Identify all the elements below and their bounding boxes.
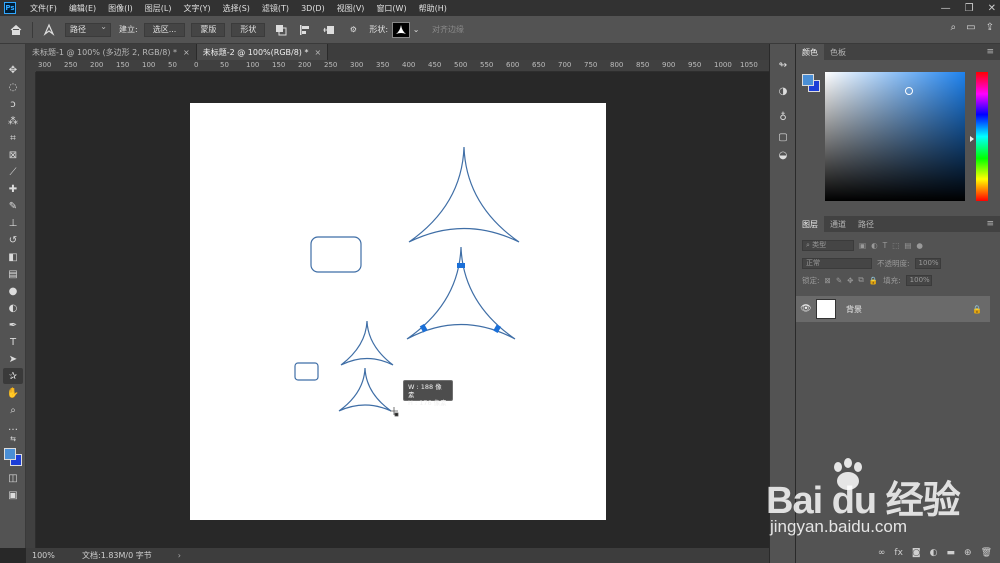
panel-menu-icon[interactable]: ≡ <box>986 44 1000 60</box>
dimension-tooltip: W : 188 像素 H : 176 像素 <box>403 380 453 407</box>
trash-icon[interactable]: 🗑 <box>981 548 992 558</box>
history-icon[interactable]: ↬ <box>776 58 790 72</box>
layers-panel: 图层 通道 路径 ≡ ⌕ 类型 ▣ ◐ T ⬚ ▤ ● 正常 不透明度: 100… <box>796 216 1000 322</box>
anchor-point[interactable] <box>419 323 428 333</box>
fill-input[interactable]: 100% <box>905 274 932 286</box>
tab-swatches[interactable]: 色板 <box>824 44 852 60</box>
opacity-input[interactable]: 100% <box>914 257 941 269</box>
add-mask-icon[interactable]: ◙ <box>912 548 921 558</box>
status-menu-arrow[interactable]: › <box>178 551 181 560</box>
color-picker-cursor[interactable] <box>905 87 913 95</box>
watermark-logo-text: Bai du 经验 <box>766 480 961 522</box>
layers-panel-tabs: 图层 通道 路径 ≡ <box>796 216 1000 232</box>
status-bar: 100% 文档:1.83M/0 字节 › <box>26 548 769 563</box>
small-star-path-2[interactable] <box>338 367 392 412</box>
new-layer-icon[interactable]: ⊕ <box>964 548 972 558</box>
filter-pixel-icon[interactable]: ▣ <box>859 241 866 250</box>
document-size: 文档:1.83M/0 字节 <box>82 551 152 560</box>
lock-position-icon[interactable]: ✥ <box>847 276 853 285</box>
layer-row-background[interactable]: 👁 背景 🔒 <box>796 296 990 322</box>
anchor-point[interactable] <box>457 263 465 268</box>
lightbulb-icon[interactable]: ♁ <box>776 110 790 124</box>
eye-icon[interactable]: 👁 <box>796 304 816 314</box>
opacity-label: 不透明度: <box>877 258 910 268</box>
tab-channels[interactable]: 通道 <box>824 216 852 232</box>
rounded-rectangle-path[interactable] <box>310 236 362 273</box>
tab-color[interactable]: 颜色 <box>796 44 824 60</box>
small-star-path-1[interactable] <box>340 320 394 366</box>
layer-name[interactable]: 背景 <box>846 304 862 315</box>
baidu-jingyan-watermark: Bai du 经验 jingyan.baidu.com <box>766 455 996 543</box>
layers-footer: ∞ fx ◙ ◐ ▬ ⊕ 🗑 <box>796 543 1000 563</box>
saturation-brightness-picker[interactable] <box>825 72 965 201</box>
lock-row: 锁定: ⊠ ✎ ✥ ⧉ 🔒 填充: 100% <box>796 273 1000 287</box>
watermark-url: jingyan.baidu.com <box>770 517 908 536</box>
layer-filter-row: ⌕ 类型 ▣ ◐ T ⬚ ▤ ● <box>796 238 1000 252</box>
libraries-icon[interactable]: ▢ <box>776 130 790 144</box>
tab-paths[interactable]: 路径 <box>852 216 880 232</box>
width-readout: W : 188 像素 <box>408 383 442 399</box>
blend-mode-select[interactable]: 正常 <box>802 257 872 269</box>
adjustment-layer-icon[interactable]: ◐ <box>930 548 938 558</box>
foreground-color-swatch[interactable] <box>4 448 16 460</box>
large-star-path[interactable] <box>408 146 520 243</box>
hue-marker[interactable] <box>970 136 974 142</box>
color-panel-tabs: 颜色 色板 ≡ <box>796 44 1000 60</box>
layer-thumbnail <box>816 299 836 319</box>
filter-type-icon[interactable]: T <box>883 241 888 250</box>
filter-shape-icon[interactable]: ⬚ <box>892 241 899 250</box>
blend-row: 正常 不透明度: 100% <box>796 256 1000 270</box>
link-layers-icon[interactable]: ∞ <box>878 548 886 558</box>
styles-icon[interactable]: ◒ <box>776 148 790 162</box>
lock-artboard-icon[interactable]: ⧉ <box>858 275 863 285</box>
filter-adjustment-icon[interactable]: ◐ <box>871 241 878 250</box>
crosshair-cursor-icon <box>390 407 399 417</box>
tab-layers[interactable]: 图层 <box>796 216 824 232</box>
filter-smart-object-icon[interactable]: ▤ <box>904 241 911 250</box>
height-readout: H : 176 像素 <box>408 399 447 407</box>
layer-filter-select[interactable]: ⌕ 类型 <box>802 239 854 251</box>
small-rectangle-path[interactable] <box>294 362 319 381</box>
fill-label: 填充: <box>883 275 901 285</box>
lock-transparent-icon[interactable]: ⊠ <box>825 276 831 285</box>
filter-toggle-icon[interactable]: ● <box>916 241 923 250</box>
fx-icon[interactable]: fx <box>894 548 903 558</box>
lock-label: 锁定: <box>802 275 820 285</box>
zoom-level[interactable]: 100% <box>26 551 70 560</box>
adjustments-icon[interactable]: ◑ <box>776 84 790 98</box>
hue-slider[interactable] <box>976 72 988 201</box>
color-panel <box>796 60 1000 220</box>
foreground-color-swatch[interactable] <box>802 74 814 86</box>
filter-type-label: 类型 <box>812 241 827 249</box>
lock-icon: 🔒 <box>972 304 982 314</box>
lock-pixels-icon[interactable]: ✎ <box>836 276 842 285</box>
panel-menu-icon[interactable]: ≡ <box>986 216 1000 232</box>
new-group-icon[interactable]: ▬ <box>947 548 956 558</box>
lock-all-icon[interactable]: 🔒 <box>869 276 878 285</box>
